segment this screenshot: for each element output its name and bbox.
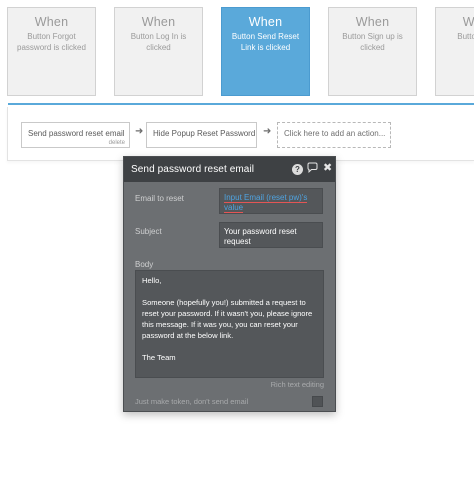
subject-field[interactable]: Your password reset request	[219, 222, 323, 248]
dynamic-expression[interactable]: Input Email (reset pw)'s value	[224, 193, 308, 213]
add-action-button[interactable]: Click here to add an action...	[277, 122, 391, 148]
event-when-label: When	[34, 15, 69, 29]
help-icon[interactable]: ?	[292, 164, 303, 175]
event-description: Button Sw is	[457, 32, 474, 41]
add-action-label: Click here to add an action...	[284, 129, 386, 138]
email-to-reset-label: Email to reset	[135, 194, 184, 203]
delete-link[interactable]: delete	[109, 140, 125, 146]
event-description: Button Forgot password is clicked	[17, 32, 86, 52]
arrow-right-icon: ➜	[135, 126, 144, 137]
body-textarea[interactable]: Hello, Someone (hopefully you!) submitte…	[135, 270, 324, 378]
comment-icon[interactable]	[307, 162, 318, 176]
arrow-right-icon: ➜	[263, 126, 272, 137]
event-description: Button Send Reset Link is clicked	[231, 32, 300, 52]
body-label: Body	[135, 260, 154, 269]
event-when-label: When	[141, 15, 176, 29]
action-step-label: Hide Popup Reset Password	[153, 129, 256, 138]
event-card-log-in[interactable]: When Button Log In is clicked	[114, 7, 203, 96]
action-property-popup: Send password reset email ? ✖ Email to r…	[123, 156, 336, 412]
email-to-reset-field[interactable]: Input Email (reset pw)'s value	[219, 188, 323, 214]
event-description: Button Log In is clicked	[130, 32, 187, 52]
event-card-send-reset-link[interactable]: When Button Send Reset Link is clicked	[221, 7, 310, 96]
subject-label: Subject	[135, 227, 162, 236]
event-cards-row: When Button Forgot password is clicked W…	[0, 0, 474, 104]
action-step-label: Send password reset email	[28, 129, 125, 138]
event-when-label: When	[248, 15, 283, 29]
event-card-forgot-password[interactable]: When Button Forgot password is clicked	[7, 7, 96, 96]
selected-event-indicator-line	[8, 103, 474, 105]
event-card-partial[interactable]: When Button Sw is	[435, 7, 474, 96]
event-when-label: When	[462, 15, 474, 29]
action-step-send-reset-email[interactable]: Send password reset email delete	[21, 122, 130, 148]
event-description: Button Sign up is clicked	[342, 32, 403, 52]
event-card-sign-up[interactable]: When Button Sign up is clicked	[328, 7, 417, 96]
event-when-label: When	[355, 15, 390, 29]
rich-text-editing-link[interactable]: Rich text editing	[271, 380, 324, 389]
close-icon[interactable]: ✖	[323, 161, 332, 174]
just-make-token-label: Just make token, don't send email	[135, 397, 249, 406]
just-make-token-checkbox[interactable]	[312, 396, 323, 407]
popup-title: Send password reset email	[131, 164, 255, 175]
popup-header[interactable]: Send password reset email ? ✖	[124, 157, 335, 182]
action-step-hide-popup[interactable]: Hide Popup Reset Password	[146, 122, 257, 148]
